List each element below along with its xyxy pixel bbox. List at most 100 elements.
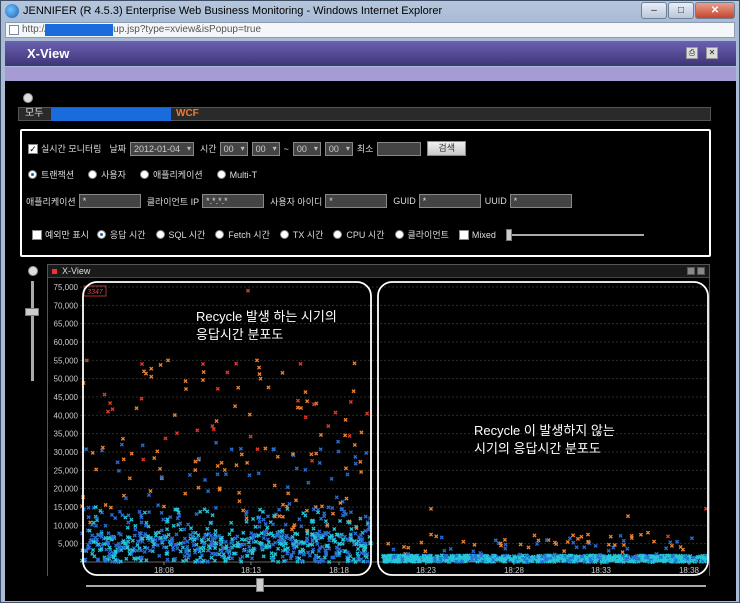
annotation-recycle-line2: 응답시간 분포도: [196, 327, 283, 342]
y-zoom-slider-knob[interactable]: [25, 308, 39, 316]
metric-sql-radio[interactable]: [155, 230, 165, 239]
y-tick-label: 30,000: [54, 448, 79, 457]
x-tick-label: 18:38: [679, 566, 700, 575]
metric-response-label: 응답 시간: [109, 230, 146, 240]
chart-window-icon: [52, 269, 57, 274]
metric-fetch-label: Fetch 시간: [228, 230, 270, 240]
time-label: 시간: [200, 144, 217, 154]
guid-label: GUID: [393, 196, 416, 206]
date-label: 날짜: [109, 144, 127, 154]
y-tick-label: 25,000: [54, 466, 79, 475]
min-input[interactable]: [377, 141, 422, 156]
breadcrumb-all[interactable]: 모두: [25, 108, 43, 120]
app-title: X-View: [27, 46, 70, 61]
radio-transaction[interactable]: [28, 170, 37, 179]
guid-input[interactable]: *: [418, 194, 481, 208]
x-tick-label: 18:28: [504, 566, 525, 575]
realtime-checkbox[interactable]: ✓: [28, 143, 38, 154]
title-bar: JENNIFER (R 4.5.3) Enterprise Web Busine…: [1, 1, 739, 21]
scatter-chart[interactable]: 75,000 70,000 65,000 60,000 55,000 50,000 45,0…: [48, 279, 709, 576]
y-tick-label: 55,000: [54, 356, 79, 365]
y-tick-label: 40,000: [54, 411, 79, 420]
metric-response-radio[interactable]: [96, 230, 106, 239]
browser-window: JENNIFER (R 4.5.3) Enterprise Web Busine…: [0, 0, 740, 603]
count-badge: 3347: [87, 289, 104, 296]
chart-restore-button[interactable]: [687, 267, 695, 275]
redaction-mark: [45, 24, 113, 36]
metric-tx-label: TX 시간: [292, 230, 324, 240]
print-icon[interactable]: ⎙: [686, 47, 698, 59]
metric-tx-radio[interactable]: [279, 230, 289, 239]
radio-multit-label: Multi-T: [229, 169, 258, 180]
app-input[interactable]: *: [78, 194, 141, 208]
uuid-label: UUID: [484, 196, 507, 206]
user-id-label: 사용자 아이디: [270, 196, 323, 207]
radio-multit[interactable]: [216, 170, 226, 179]
maximize-button[interactable]: □: [668, 2, 694, 19]
realtime-label: 실시간 모니터링: [41, 144, 102, 154]
y-tick-label: 75,000: [54, 283, 79, 292]
y-tick-label: 35,000: [54, 430, 79, 439]
x-tick-label: 18:33: [591, 566, 612, 575]
metric-cpu-radio[interactable]: [333, 230, 343, 239]
address-bar[interactable]: http:// 000/main_popup.jsp?type=xview&is…: [5, 22, 735, 38]
exception-only-checkbox[interactable]: [32, 229, 42, 240]
y-tick-label: 5,000: [58, 540, 79, 549]
client-ip-input[interactable]: *.*.*.*: [202, 194, 265, 208]
search-button[interactable]: 검색: [427, 141, 466, 156]
metric-fetch-radio[interactable]: [215, 230, 225, 239]
time-slider-track[interactable]: [86, 585, 706, 587]
ie-icon: [5, 4, 19, 18]
minimize-button[interactable]: –: [641, 2, 667, 19]
date-select[interactable]: 2012-01-04: [130, 141, 195, 156]
window-title: JENNIFER (R 4.5.3) Enterprise Web Busine…: [23, 5, 443, 17]
x-tick-label: 18:23: [416, 566, 437, 575]
chart-close-button[interactable]: [697, 267, 705, 275]
annotation-norecycle-line1: Recycle 이 발생하지 않는: [474, 423, 615, 438]
y-tick-label: 65,000: [54, 320, 79, 329]
annotation-norecycle-line2: 시기의 응답시간 분포도: [474, 441, 601, 456]
x-tick-label: 18:08: [154, 566, 175, 575]
radio-transaction-label: 트랜잭션: [41, 170, 75, 180]
time-minute-start-select[interactable]: 00: [251, 141, 280, 156]
app-header: X-View ⎙ ✕: [5, 41, 736, 66]
metric-client-radio[interactable]: [394, 230, 404, 239]
client-ip-label: 클라이언트 IP: [146, 196, 200, 207]
breadcrumb-wcf[interactable]: WCF: [176, 108, 199, 120]
collapse-toggle-icon[interactable]: [23, 93, 33, 103]
mixed-slider-track[interactable]: [511, 233, 644, 236]
y-tick-label: 20,000: [54, 485, 79, 494]
time-hour-end-select[interactable]: 00: [292, 141, 321, 156]
zoom-toggle-icon[interactable]: [28, 266, 38, 276]
radio-application[interactable]: [139, 170, 149, 179]
y-tick-label: 70,000: [54, 301, 79, 310]
time-hour-start-select[interactable]: 00: [219, 141, 248, 156]
mixed-label: Mixed: [471, 229, 496, 240]
chart-window-title: X-View: [62, 266, 91, 276]
y-zoom-slider[interactable]: [31, 281, 34, 381]
metric-cpu-label: CPU 시간: [346, 230, 385, 240]
app-label: 애플리케이션: [26, 196, 76, 207]
x-tick-label: 18:18: [329, 566, 350, 575]
app-strip: [5, 67, 736, 81]
y-tick-label: 10,000: [54, 521, 79, 530]
time-minute-end-select[interactable]: 00: [324, 141, 353, 156]
mixed-checkbox[interactable]: [458, 229, 469, 240]
close-icon[interactable]: ✕: [706, 47, 718, 59]
min-label: 최소: [356, 144, 374, 154]
uuid-input[interactable]: *: [509, 194, 572, 208]
metric-client-label: 클라이언트: [407, 230, 449, 240]
metric-sql-label: SQL 시간: [168, 230, 206, 240]
user-id-input[interactable]: *: [325, 194, 388, 208]
y-tick-label: 45,000: [54, 393, 79, 402]
filter-panel: ✓ 실시간 모니터링 날짜 2012-01-04 시간 00 00 ~ 00 0…: [20, 129, 711, 257]
page-icon: [9, 25, 19, 35]
close-button[interactable]: ✕: [695, 2, 735, 19]
y-tick-label: 50,000: [54, 375, 79, 384]
radio-user-label: 사용자: [101, 170, 126, 180]
radio-user[interactable]: [88, 170, 98, 179]
chart-window-header: X-View: [48, 265, 709, 278]
time-slider-knob[interactable]: [256, 578, 264, 592]
y-tick-label: 15,000: [54, 503, 79, 512]
exception-only-label: 예외만 표시: [45, 230, 89, 240]
